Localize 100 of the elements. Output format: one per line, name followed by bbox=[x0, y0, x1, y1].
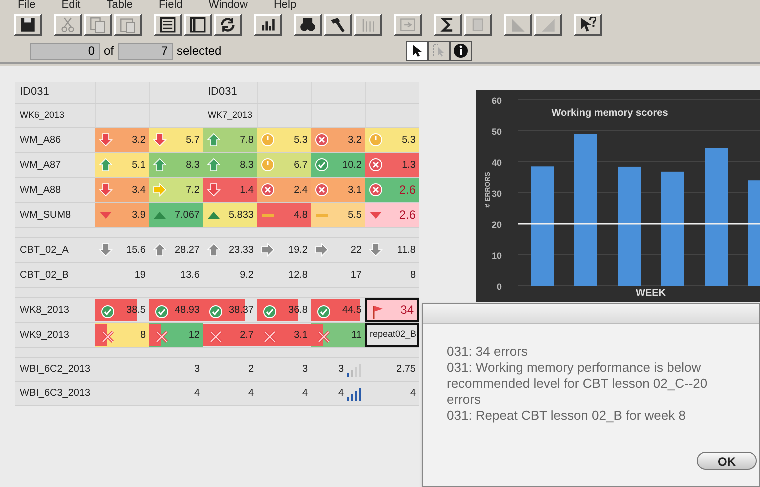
toolbar-button[interactable] bbox=[534, 14, 562, 36]
row-label: WM_A86 bbox=[19, 134, 62, 148]
of-label: of bbox=[103, 43, 116, 60]
menu-item[interactable]: Window bbox=[208, 0, 248, 10]
cross-icon bbox=[208, 329, 224, 345]
ok-button[interactable]: OK bbox=[697, 452, 757, 470]
down-arrow-icon bbox=[368, 242, 384, 258]
toolbar-button[interactable] bbox=[114, 14, 142, 36]
cross-icon bbox=[262, 329, 278, 345]
cell-value: 8.3 bbox=[186, 158, 200, 172]
circle-icon bbox=[260, 132, 276, 148]
cell-value: 5.1 bbox=[132, 158, 146, 172]
hammer-icon bbox=[330, 17, 346, 33]
cross-icon bbox=[368, 182, 384, 198]
menu-item[interactable]: Edit bbox=[62, 0, 81, 10]
toolbar-button[interactable] bbox=[14, 14, 42, 36]
count-field: 0 bbox=[30, 42, 100, 60]
cell-value: 3.1 bbox=[348, 184, 362, 198]
bar-chart-icon bbox=[260, 17, 276, 33]
toolbar-button[interactable] bbox=[214, 14, 242, 36]
toolbar-button[interactable] bbox=[324, 14, 352, 36]
scissors-icon bbox=[60, 17, 76, 33]
cell-value: 22 bbox=[350, 244, 362, 258]
toolbar-button[interactable] bbox=[54, 14, 82, 36]
toolbar-button[interactable] bbox=[84, 14, 112, 36]
paste-icon bbox=[120, 17, 136, 33]
down-arrow-icon bbox=[206, 182, 222, 198]
cell-value: 4 bbox=[410, 387, 416, 401]
columns-icon bbox=[360, 17, 376, 33]
cell-value: 4 bbox=[338, 387, 344, 401]
cell-value: 5.833 bbox=[228, 208, 254, 222]
up-arrow-icon bbox=[98, 157, 114, 173]
cell-value: 5.3 bbox=[294, 134, 308, 148]
up-arrow-icon bbox=[152, 242, 168, 258]
id-label: ID031 bbox=[207, 85, 238, 100]
toolbar-button[interactable] bbox=[354, 14, 382, 36]
cell-value: 28.27 bbox=[174, 244, 200, 258]
cell-value: 2.6 bbox=[399, 182, 416, 199]
dialog-message: 031: Repeat CBT lesson 02_B for week 8 bbox=[447, 408, 687, 424]
dash-icon bbox=[262, 214, 274, 217]
menu-item[interactable]: Field bbox=[159, 0, 183, 10]
cell-value: 3.1 bbox=[294, 328, 308, 342]
down-arrow-icon bbox=[152, 132, 168, 148]
cell-value: 4 bbox=[302, 387, 308, 401]
cell-value: 9.2 bbox=[240, 268, 254, 282]
week-label: WK6_2013 bbox=[19, 108, 66, 122]
cell-value: 13.6 bbox=[180, 268, 200, 282]
cell-value: 1.3 bbox=[402, 158, 416, 172]
row-label: WBI_6C3_2013 bbox=[19, 387, 92, 401]
selected-label: selected bbox=[176, 43, 222, 60]
cell-value: repeat02_B bbox=[370, 328, 417, 342]
menu-item[interactable]: File bbox=[18, 0, 36, 10]
cell-value: 48.93 bbox=[174, 304, 200, 318]
cell-value: 12 bbox=[188, 328, 200, 342]
axis-tick-label: 30 bbox=[492, 189, 502, 199]
toolbar-button[interactable] bbox=[394, 14, 422, 36]
toolbar-button[interactable] bbox=[574, 14, 602, 36]
toolbar-button[interactable] bbox=[504, 14, 532, 36]
cell-value: 12.8 bbox=[288, 268, 308, 282]
tool-button[interactable] bbox=[406, 41, 428, 61]
row-label: WM_SUM8 bbox=[19, 208, 72, 222]
cell-value: 5.3 bbox=[402, 134, 416, 148]
cell-value: 2.75 bbox=[396, 363, 416, 377]
cell-value: 34 bbox=[400, 302, 414, 319]
cross-icon bbox=[154, 329, 170, 345]
axis-tick-label: 60 bbox=[492, 96, 502, 106]
toolbar-button[interactable] bbox=[434, 14, 462, 36]
toolbar-button[interactable] bbox=[254, 14, 282, 36]
menu-item[interactable]: Table bbox=[106, 0, 133, 10]
cross-icon bbox=[316, 329, 332, 345]
cell-value: 3.4 bbox=[132, 184, 146, 198]
dash-icon bbox=[316, 214, 328, 217]
row-label: WM_A87 bbox=[19, 158, 62, 172]
cell-value: 19.2 bbox=[288, 244, 308, 258]
list-icon bbox=[160, 17, 176, 33]
x-axis-label: WEEK bbox=[636, 288, 666, 299]
up-arrow-icon bbox=[206, 157, 222, 173]
tool-button[interactable] bbox=[450, 41, 472, 61]
import-icon bbox=[400, 17, 416, 33]
page-icon bbox=[470, 17, 486, 33]
triangle-icon bbox=[540, 17, 556, 33]
cell-value: 4 bbox=[248, 387, 254, 401]
row-label: WK8_2013 bbox=[19, 304, 70, 318]
help-icon bbox=[580, 17, 596, 33]
cell-value: 2.7 bbox=[240, 328, 254, 342]
toolbar-button[interactable] bbox=[184, 14, 212, 36]
cell-value: 7.8 bbox=[240, 134, 254, 148]
toolbar-button[interactable] bbox=[154, 14, 182, 36]
down-arrow-icon bbox=[98, 132, 114, 148]
cell-value: 1.4 bbox=[240, 184, 254, 198]
toolbar-button[interactable] bbox=[464, 14, 492, 36]
cell-value: 6.7 bbox=[294, 158, 308, 172]
toolbar-button[interactable] bbox=[294, 14, 322, 36]
cell-value: 3 bbox=[302, 363, 308, 377]
cell-value: 8 bbox=[140, 328, 146, 342]
cell-value: 4 bbox=[194, 387, 200, 401]
cross-icon bbox=[368, 157, 384, 173]
up-arrow-icon bbox=[206, 242, 222, 258]
menu-item[interactable]: Help bbox=[274, 0, 297, 10]
dialog-message: 031: 34 errors bbox=[447, 344, 529, 360]
